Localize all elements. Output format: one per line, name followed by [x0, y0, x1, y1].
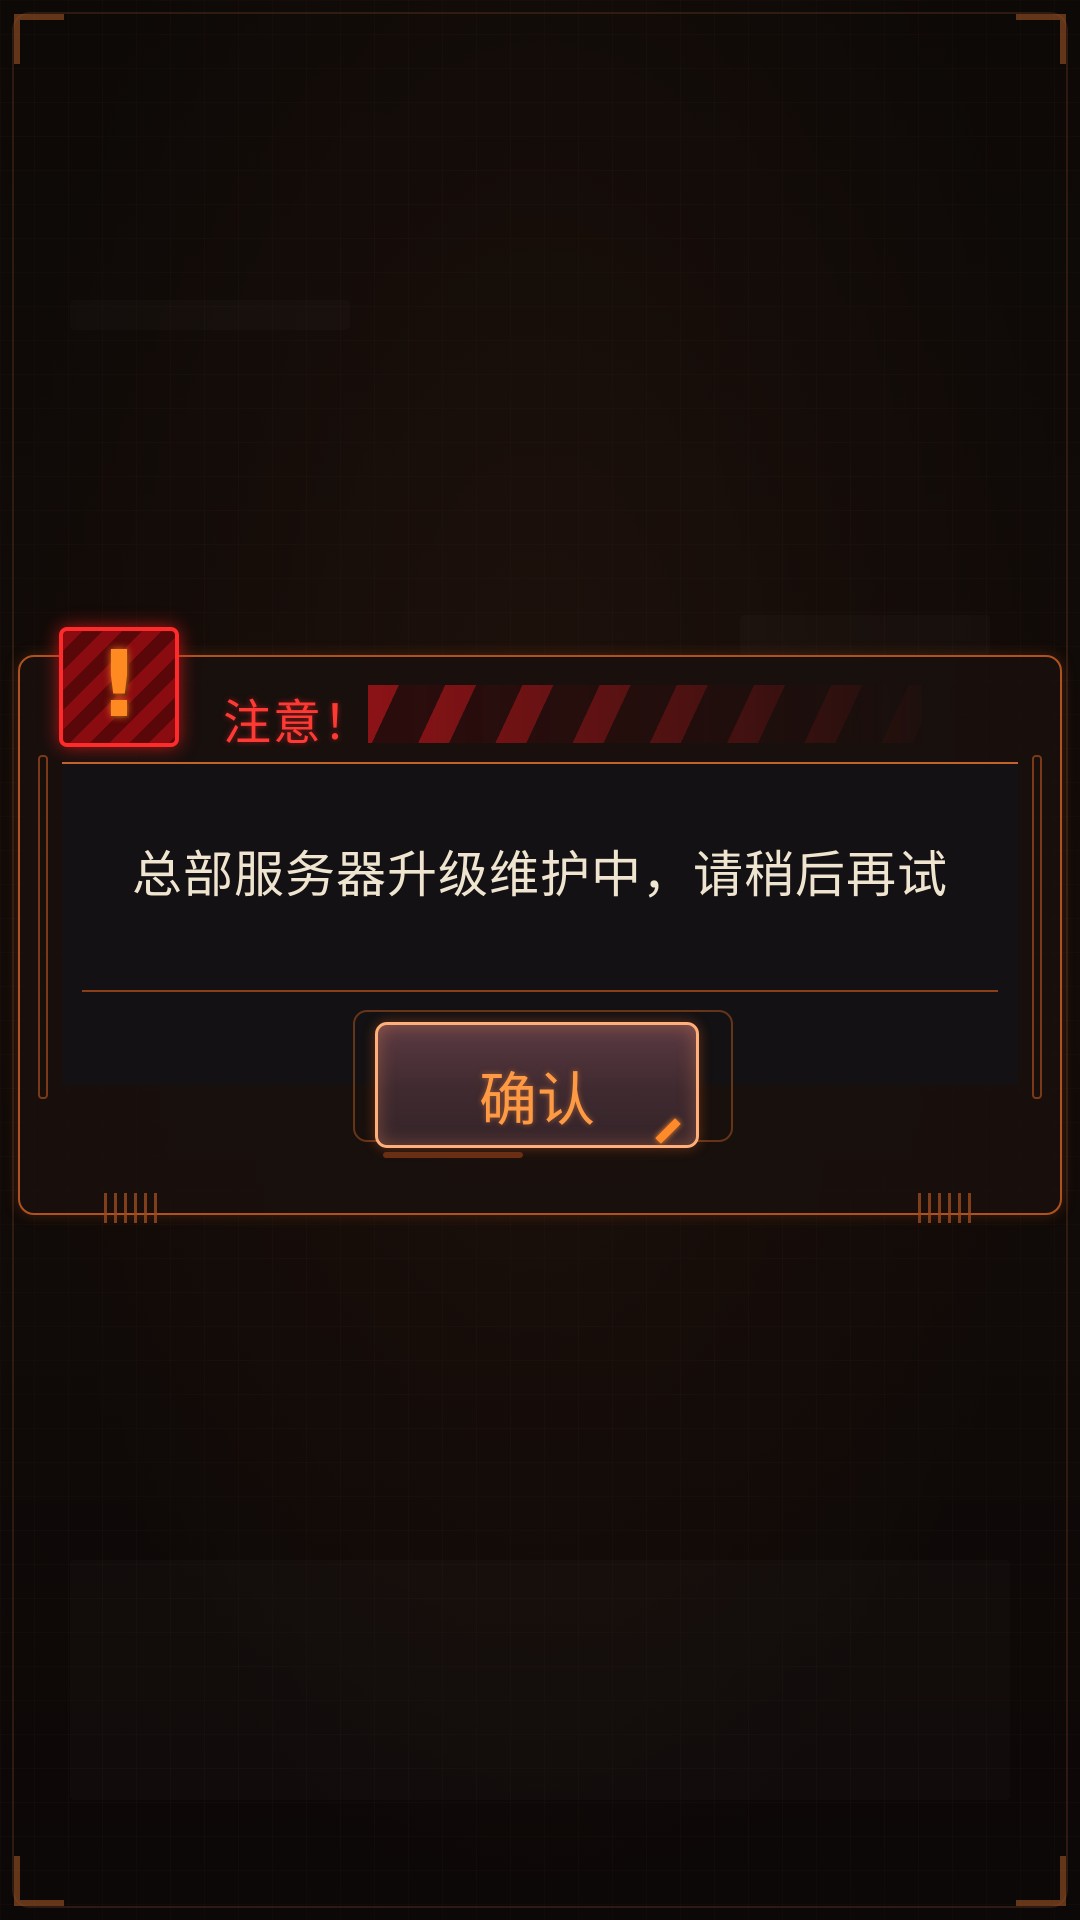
- confirm-button-container: 确认: [353, 1010, 733, 1160]
- warning-exclamation-icon: !: [59, 627, 179, 747]
- background-panel-fragment: [740, 615, 990, 655]
- frame-corner-top-left: [14, 14, 64, 64]
- frame-corner-top-right: [1016, 14, 1066, 64]
- dialog-tick-marks-left: [104, 1193, 162, 1223]
- confirm-button-underline: [383, 1152, 523, 1158]
- game-screen: ! 注意！ 总部服务器升级维护中，请稍后再试 确认: [0, 0, 1080, 1920]
- dialog-side-rail-right: [1032, 755, 1042, 1099]
- confirm-button[interactable]: 确认: [375, 1022, 699, 1148]
- dialog-divider: [82, 990, 998, 992]
- background-panel-fragment: [70, 300, 350, 330]
- dialog-message: 总部服务器升级维护中，请稍后再试: [132, 846, 948, 904]
- frame-corner-bottom-right: [1016, 1856, 1066, 1906]
- alert-dialog: ! 注意！ 总部服务器升级维护中，请稍后再试 确认: [18, 627, 1062, 1223]
- background-panel-fragment: [70, 1560, 1010, 1800]
- frame-corner-bottom-left: [14, 1856, 64, 1906]
- exclamation-glyph: !: [98, 631, 140, 738]
- dialog-tick-marks-right: [918, 1193, 976, 1223]
- confirm-button-label: 确认: [478, 1066, 595, 1134]
- dialog-title: 注意！: [223, 695, 374, 751]
- dialog-side-rail-left: [38, 755, 48, 1099]
- hazard-stripe-bar: [368, 685, 922, 743]
